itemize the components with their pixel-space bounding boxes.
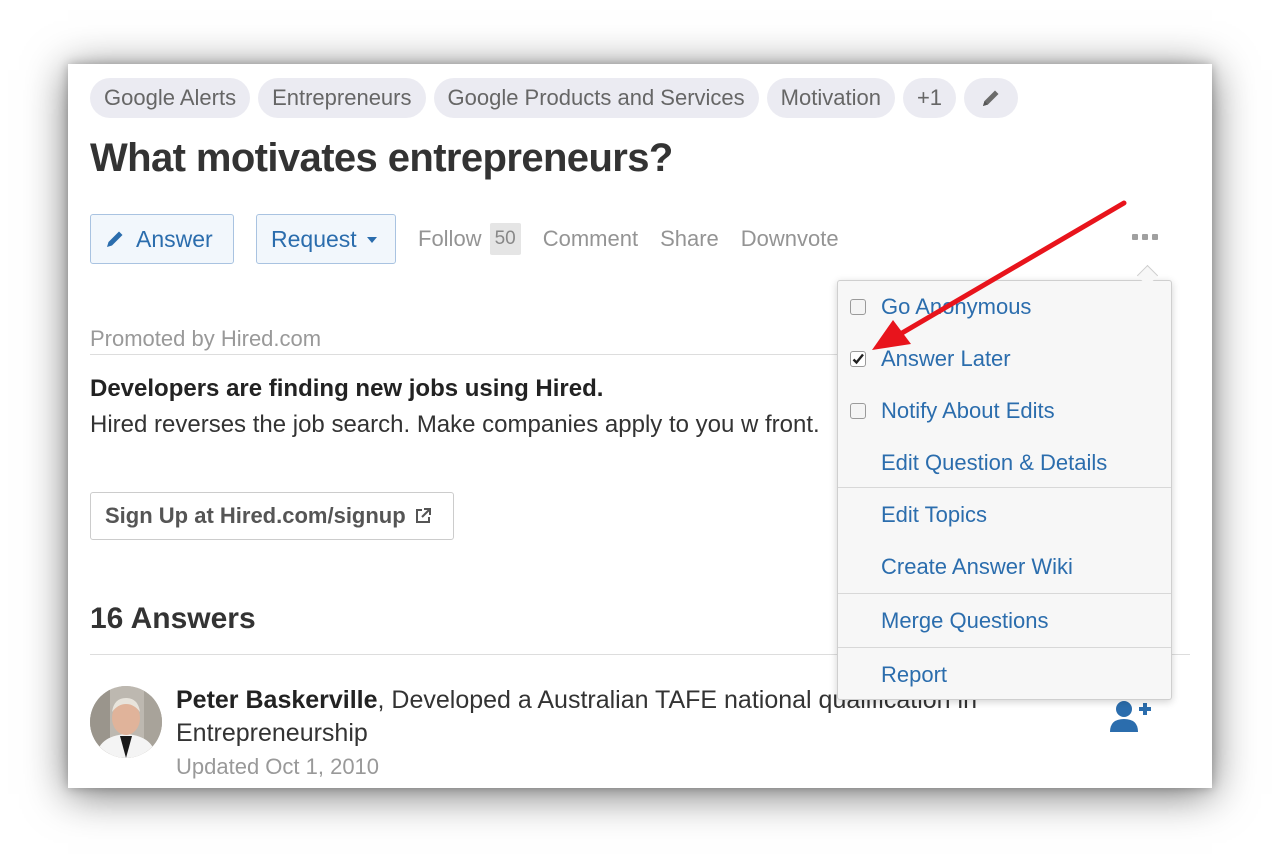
menu-item-label: Merge Questions	[881, 608, 1049, 633]
edit-topics-button[interactable]	[964, 78, 1019, 118]
menu-item-answer-later[interactable]: Answer Later	[838, 333, 1171, 385]
menu-item-label: Report	[881, 662, 948, 687]
topic-motivation[interactable]: Motivation	[766, 78, 895, 118]
promoted-label: Promoted by Hired.com	[90, 326, 322, 351]
menu-item-label: Go Anonymous	[881, 294, 1032, 319]
author-name[interactable]: Peter Baskerville	[176, 686, 378, 714]
share-button[interactable]: Share	[660, 226, 719, 252]
signup-label: Sign Up at Hired.com/signup	[105, 503, 406, 528]
menu-item-merge-questions[interactable]: Merge Questions	[838, 595, 1171, 647]
answer-updated-date[interactable]: Updated Oct 1, 2010	[176, 754, 379, 780]
topic-entrepreneurs[interactable]: Entrepreneurs	[258, 78, 426, 118]
topic-google-alerts[interactable]: Google Alerts	[90, 78, 251, 118]
follow-label: Follow	[418, 226, 482, 251]
menu-item-label: Edit Question & Details	[881, 450, 1108, 475]
menu-item-edit-topics[interactable]: Edit Topics	[838, 489, 1171, 541]
topic-more-count[interactable]: +1	[902, 78, 957, 118]
topic-list: Google Alerts Entrepreneurs Google Produ…	[90, 78, 1019, 118]
request-button-label: Request	[271, 225, 357, 252]
menu-item-label: Answer Later	[881, 346, 1011, 371]
menu-item-label: Notify About Edits	[881, 398, 1055, 423]
follow-button[interactable]: Follow 50	[418, 223, 521, 255]
promo-divider	[90, 354, 850, 355]
answer-button-label: Answer	[136, 225, 213, 252]
request-button[interactable]: Request	[256, 214, 396, 264]
add-user-icon[interactable]	[1108, 698, 1152, 734]
pencil-icon	[104, 228, 126, 250]
menu-item-create-answer-wiki[interactable]: Create Answer Wiki	[838, 541, 1171, 593]
more-dots-icon[interactable]	[1132, 234, 1158, 240]
topic-google-products[interactable]: Google Products and Services	[433, 78, 759, 118]
menu-item-edit-question[interactable]: Edit Question & Details	[838, 437, 1171, 489]
menu-item-go-anonymous[interactable]: Go Anonymous	[838, 281, 1171, 333]
action-bar: Answer Request Follow 50 Comment Share Do…	[90, 214, 839, 264]
checkbox-icon[interactable]	[850, 299, 866, 315]
promo-headline: Developers are finding new jobs using Hi…	[90, 375, 604, 402]
menu-divider	[838, 647, 1171, 648]
menu-item-notify-about-edits[interactable]: Notify About Edits	[838, 385, 1171, 437]
promo-body: Hired reverses the job search. Make comp…	[90, 411, 820, 438]
comment-button[interactable]: Comment	[543, 226, 638, 252]
follow-count: 50	[489, 223, 521, 255]
more-options-menu: Go Anonymous Answer Later Notify About E…	[837, 280, 1172, 700]
checkbox-icon[interactable]	[850, 403, 866, 419]
pencil-icon	[983, 90, 999, 106]
caret-down-icon	[366, 237, 377, 243]
menu-divider	[838, 487, 1171, 488]
checkbox-icon[interactable]	[850, 351, 866, 367]
downvote-button[interactable]: Downvote	[741, 226, 839, 252]
external-link-icon	[414, 507, 432, 525]
question-title: What motivates entrepreneurs?	[90, 136, 673, 180]
answers-count: 16 Answers	[90, 602, 256, 635]
menu-item-label: Edit Topics	[881, 502, 987, 527]
menu-divider	[838, 593, 1171, 594]
avatar[interactable]	[90, 686, 162, 758]
signup-link-button[interactable]: Sign Up at Hired.com/signup	[90, 492, 454, 540]
answer-button[interactable]: Answer	[90, 214, 234, 264]
menu-item-label: Create Answer Wiki	[881, 554, 1073, 579]
menu-item-report[interactable]: Report	[838, 649, 1171, 701]
